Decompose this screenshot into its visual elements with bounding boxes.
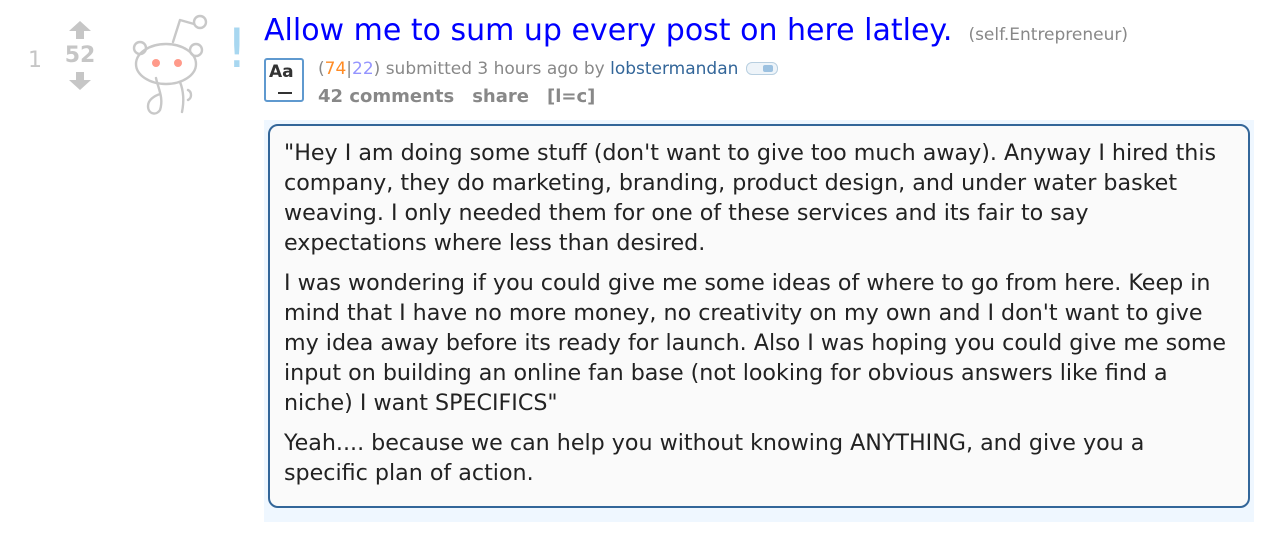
post-rank: 1 bbox=[28, 48, 42, 73]
share-link[interactable]: share bbox=[472, 86, 529, 107]
post-domain-link[interactable]: (self.Entrepreneur) bbox=[968, 25, 1128, 45]
vote-column: 52 bbox=[56, 20, 104, 91]
tagline: (74|22) submitted 3 hours ago by lobster… bbox=[318, 58, 779, 80]
vote-breakdown-close: ) bbox=[373, 59, 381, 79]
downvote-count: 22 bbox=[352, 59, 374, 79]
post-buttons: 42 comments share [l=c] bbox=[318, 86, 613, 108]
selftext-paragraph: I was wondering if you could give me som… bbox=[284, 270, 1227, 416]
extra-link[interactable]: [l=c] bbox=[547, 86, 595, 107]
text-style-badge-underline bbox=[278, 92, 292, 94]
upvote-count: 74 bbox=[324, 59, 347, 79]
downvote-arrow-icon[interactable] bbox=[68, 71, 92, 91]
comments-link[interactable]: 42 comments bbox=[318, 86, 454, 107]
title-line: Allow me to sum up every post on here la… bbox=[264, 12, 1274, 50]
self-post-indicator: ! bbox=[226, 17, 248, 80]
author-link[interactable]: lobstermandan bbox=[610, 59, 738, 79]
vote-breakdown-open: ( bbox=[318, 59, 325, 79]
flair-pill-icon bbox=[746, 61, 779, 75]
post-title-link[interactable]: Allow me to sum up every post on here la… bbox=[264, 13, 952, 48]
text-style-badge-label: Aa bbox=[269, 62, 294, 82]
expando: "Hey I am doing some stuff (don't want t… bbox=[264, 120, 1254, 522]
post-entry: Allow me to sum up every post on here la… bbox=[264, 12, 1274, 522]
selftext-paragraph: Yeah.... because we can help you without… bbox=[284, 430, 1145, 486]
score: 52 bbox=[64, 43, 96, 68]
upvote-arrow-icon[interactable] bbox=[68, 20, 92, 40]
selftext-paragraph: "Hey I am doing some stuff (don't want t… bbox=[284, 140, 1217, 256]
submitted-text: submitted 3 hours ago by bbox=[385, 59, 605, 79]
text-style-badge: Aa bbox=[264, 58, 304, 102]
reddit-alien-thinking-icon[interactable] bbox=[126, 12, 214, 116]
selftext-body: "Hey I am doing some stuff (don't want t… bbox=[268, 124, 1250, 508]
